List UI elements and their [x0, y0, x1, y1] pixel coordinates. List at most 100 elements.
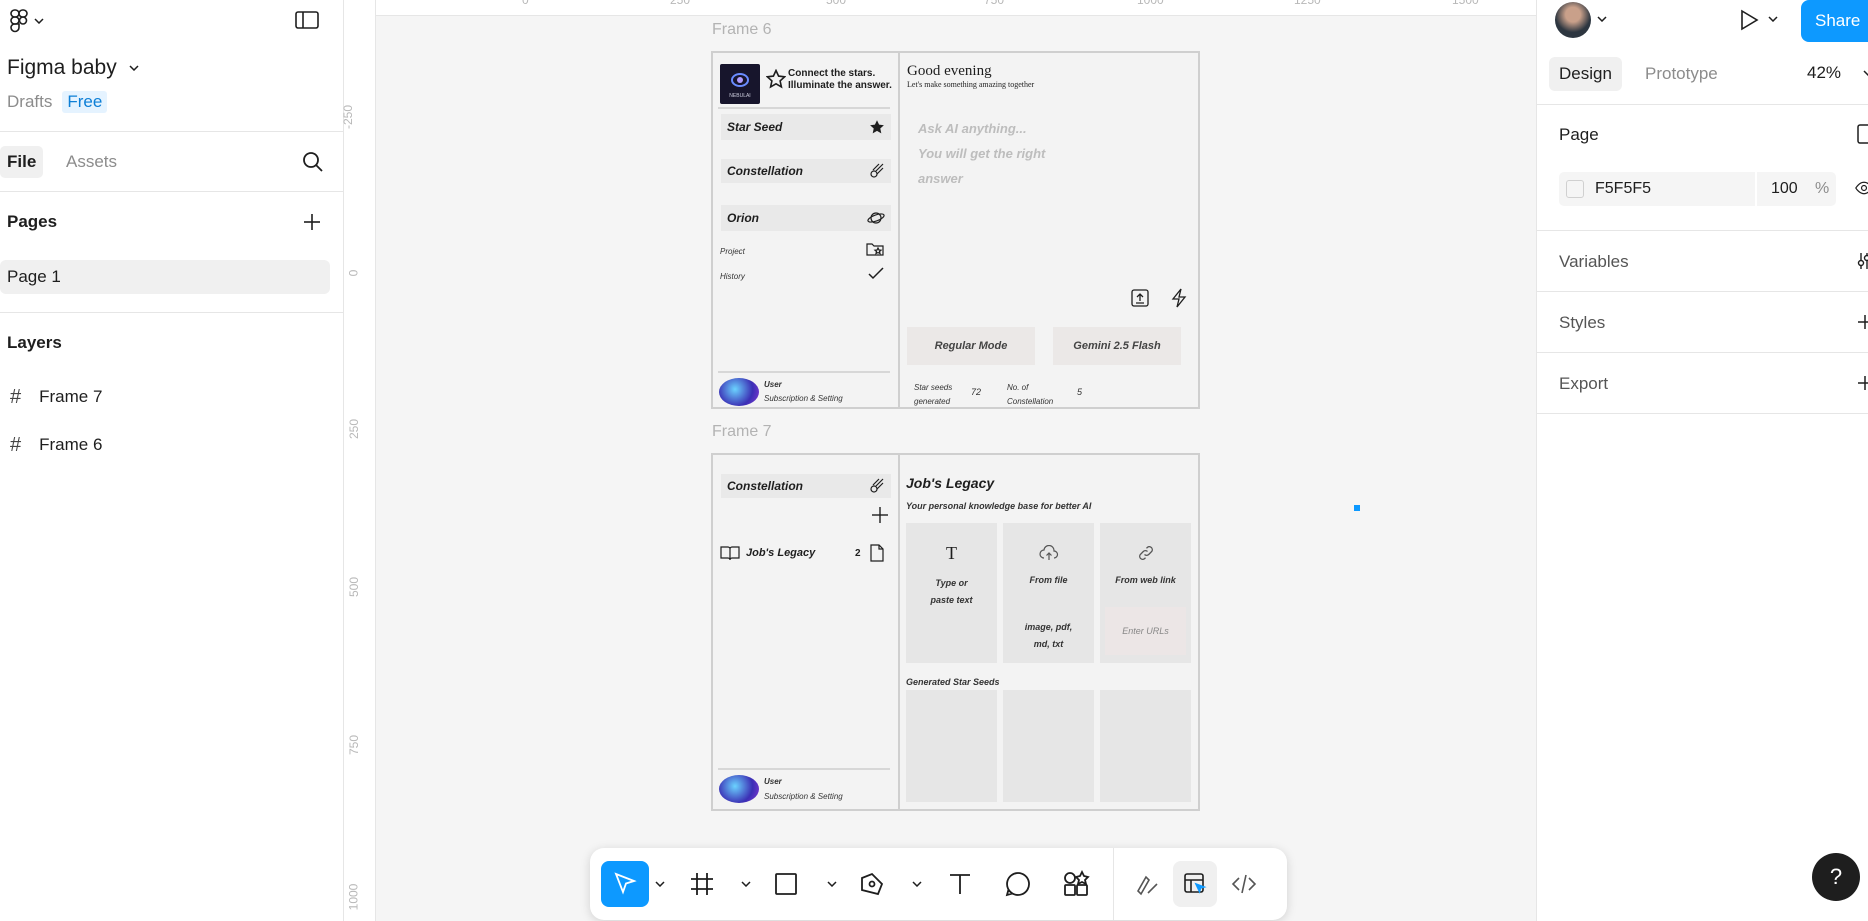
cursor-icon	[614, 872, 637, 895]
code-icon	[1231, 874, 1257, 894]
chevron-down-icon[interactable]	[1863, 70, 1868, 76]
user-avatar[interactable]	[1555, 2, 1591, 38]
card-paste-text[interactable]: T Type or paste text	[906, 523, 997, 663]
plus-icon[interactable]	[1857, 314, 1868, 330]
move-tool-button[interactable]	[601, 861, 649, 907]
file-location[interactable]: Drafts	[7, 92, 52, 112]
lightning-icon[interactable]	[1171, 288, 1187, 308]
seed-card[interactable]	[906, 690, 997, 802]
tagline-line: Connect the stars.	[788, 68, 876, 79]
plan-badge[interactable]: Free	[62, 91, 108, 113]
search-button[interactable]	[302, 151, 324, 173]
file-name-menu[interactable]: Figma baby	[7, 56, 139, 80]
model-selector[interactable]: Gemini 2.5 Flash	[1053, 327, 1181, 365]
pen-tool-menu[interactable]	[908, 861, 926, 907]
color-swatch[interactable]	[1566, 180, 1584, 198]
page-section-heading: Page	[1559, 125, 1599, 144]
tab-file[interactable]: File	[0, 146, 44, 178]
frame-6[interactable]: NEBULAI Connect the stars. Illuminate th…	[711, 51, 1200, 409]
hex-input[interactable]: F5F5F5	[1595, 180, 1651, 198]
mode-selector[interactable]: Regular Mode	[907, 327, 1035, 365]
selection-handle[interactable]	[1354, 505, 1360, 511]
link-icon	[1139, 546, 1153, 560]
nav-history[interactable]: History	[720, 272, 745, 281]
tab-prototype[interactable]: Prototype	[1645, 57, 1718, 91]
stat-value: 72	[971, 387, 982, 397]
document-icon	[870, 544, 884, 562]
card-sublabel: image, pdf,	[1024, 622, 1073, 632]
frame-tool-menu[interactable]	[737, 861, 755, 907]
chevron-down-icon[interactable]	[1768, 16, 1778, 22]
ai-prompt-input[interactable]: Ask AI anything... You will get the righ…	[918, 116, 1045, 191]
constellation-item-jobs-legacy[interactable]: Job's Legacy 2	[720, 543, 892, 563]
plus-icon[interactable]	[871, 506, 889, 524]
field-divider	[1755, 172, 1757, 206]
url-input[interactable]: Enter URLs	[1105, 607, 1186, 655]
page-item-page-1[interactable]: Page 1	[0, 260, 330, 294]
pen-icon	[861, 872, 884, 896]
move-tool-menu[interactable]	[651, 861, 669, 907]
main-menu-button[interactable]	[10, 9, 44, 33]
design-mode-button[interactable]	[1173, 861, 1217, 907]
nav-orion[interactable]: Orion	[721, 205, 891, 231]
nav-constellation[interactable]: Constellation	[721, 474, 891, 498]
actions-button[interactable]	[1056, 861, 1096, 907]
nav-project[interactable]: Project	[720, 247, 745, 256]
subscription-setting-link[interactable]: Subscription & Setting	[764, 792, 843, 801]
plus-icon[interactable]	[1857, 375, 1868, 391]
share-button[interactable]: Share	[1801, 0, 1868, 42]
frame-icon	[691, 873, 713, 895]
background-color-field[interactable]: F5F5F5 100 %	[1559, 172, 1836, 206]
zoom-level[interactable]: 42%	[1807, 63, 1841, 83]
toggle-sidebar-button[interactable]	[295, 10, 319, 30]
divider	[718, 107, 890, 109]
search-icon	[303, 152, 323, 172]
variables-icon[interactable]	[1857, 252, 1868, 270]
frame-tool-button[interactable]	[682, 861, 722, 907]
card-web-link[interactable]: From web link Enter URLs	[1100, 523, 1191, 663]
right-panel: Share Design Prototype 42% Page F5F5F5 1…	[1536, 0, 1868, 921]
shape-tool-menu[interactable]	[823, 861, 841, 907]
stat-value: 5	[1077, 387, 1083, 397]
frame-7[interactable]: Constellation Job's Legacy 2 User Subscr…	[711, 453, 1200, 811]
subscription-setting-link[interactable]: Subscription & Setting	[764, 394, 843, 403]
seed-card[interactable]	[1100, 690, 1191, 802]
add-page-button[interactable]	[302, 212, 322, 232]
avatar[interactable]	[719, 775, 759, 803]
ruler-tick: 1500	[1452, 0, 1479, 7]
help-button[interactable]: ?	[1812, 853, 1860, 901]
opacity-input[interactable]: 100	[1771, 180, 1798, 198]
draw-mode-button[interactable]	[1128, 861, 1168, 907]
nav-label: Star Seed	[727, 120, 783, 134]
eye-icon[interactable]	[1855, 180, 1868, 196]
frame-7-label[interactable]: Frame 7	[712, 423, 772, 441]
greeting-subtitle: Let's make something amazing together	[907, 80, 1035, 89]
tab-assets[interactable]: Assets	[66, 146, 117, 178]
frame-divider	[898, 53, 900, 407]
layer-item-frame-7[interactable]: # Frame 7	[0, 377, 343, 417]
nav-star-seed[interactable]: Star Seed	[721, 114, 891, 140]
device-icon[interactable]	[1857, 124, 1868, 144]
cloud-upload-icon	[1039, 545, 1059, 560]
tab-design[interactable]: Design	[1549, 57, 1622, 91]
layer-item-frame-6[interactable]: # Frame 6	[0, 425, 343, 465]
layers-heading: Layers	[7, 333, 62, 352]
frame-6-label[interactable]: Frame 6	[712, 21, 772, 39]
seed-card[interactable]	[1003, 690, 1094, 802]
meteor-icon	[870, 163, 884, 178]
nav-constellation[interactable]: Constellation	[721, 159, 891, 183]
comment-tool-button[interactable]	[998, 861, 1038, 907]
card-from-file[interactable]: From file image, pdf, md, txt	[1003, 523, 1094, 663]
dev-mode-button[interactable]	[1224, 861, 1264, 907]
upload-icon[interactable]	[1131, 289, 1149, 307]
variables-section[interactable]: Variables	[1559, 252, 1629, 272]
chevron-down-icon[interactable]	[1597, 16, 1607, 22]
export-section[interactable]: Export	[1559, 374, 1608, 394]
avatar[interactable]	[719, 378, 759, 406]
horizontal-ruler: 0 250 500 750 1000 1250 1500	[344, 0, 1536, 16]
present-play-icon[interactable]	[1739, 9, 1759, 31]
text-tool-button[interactable]	[940, 861, 980, 907]
styles-section[interactable]: Styles	[1559, 313, 1605, 333]
pen-tool-button[interactable]	[852, 861, 892, 907]
shape-tool-button[interactable]	[766, 861, 806, 907]
